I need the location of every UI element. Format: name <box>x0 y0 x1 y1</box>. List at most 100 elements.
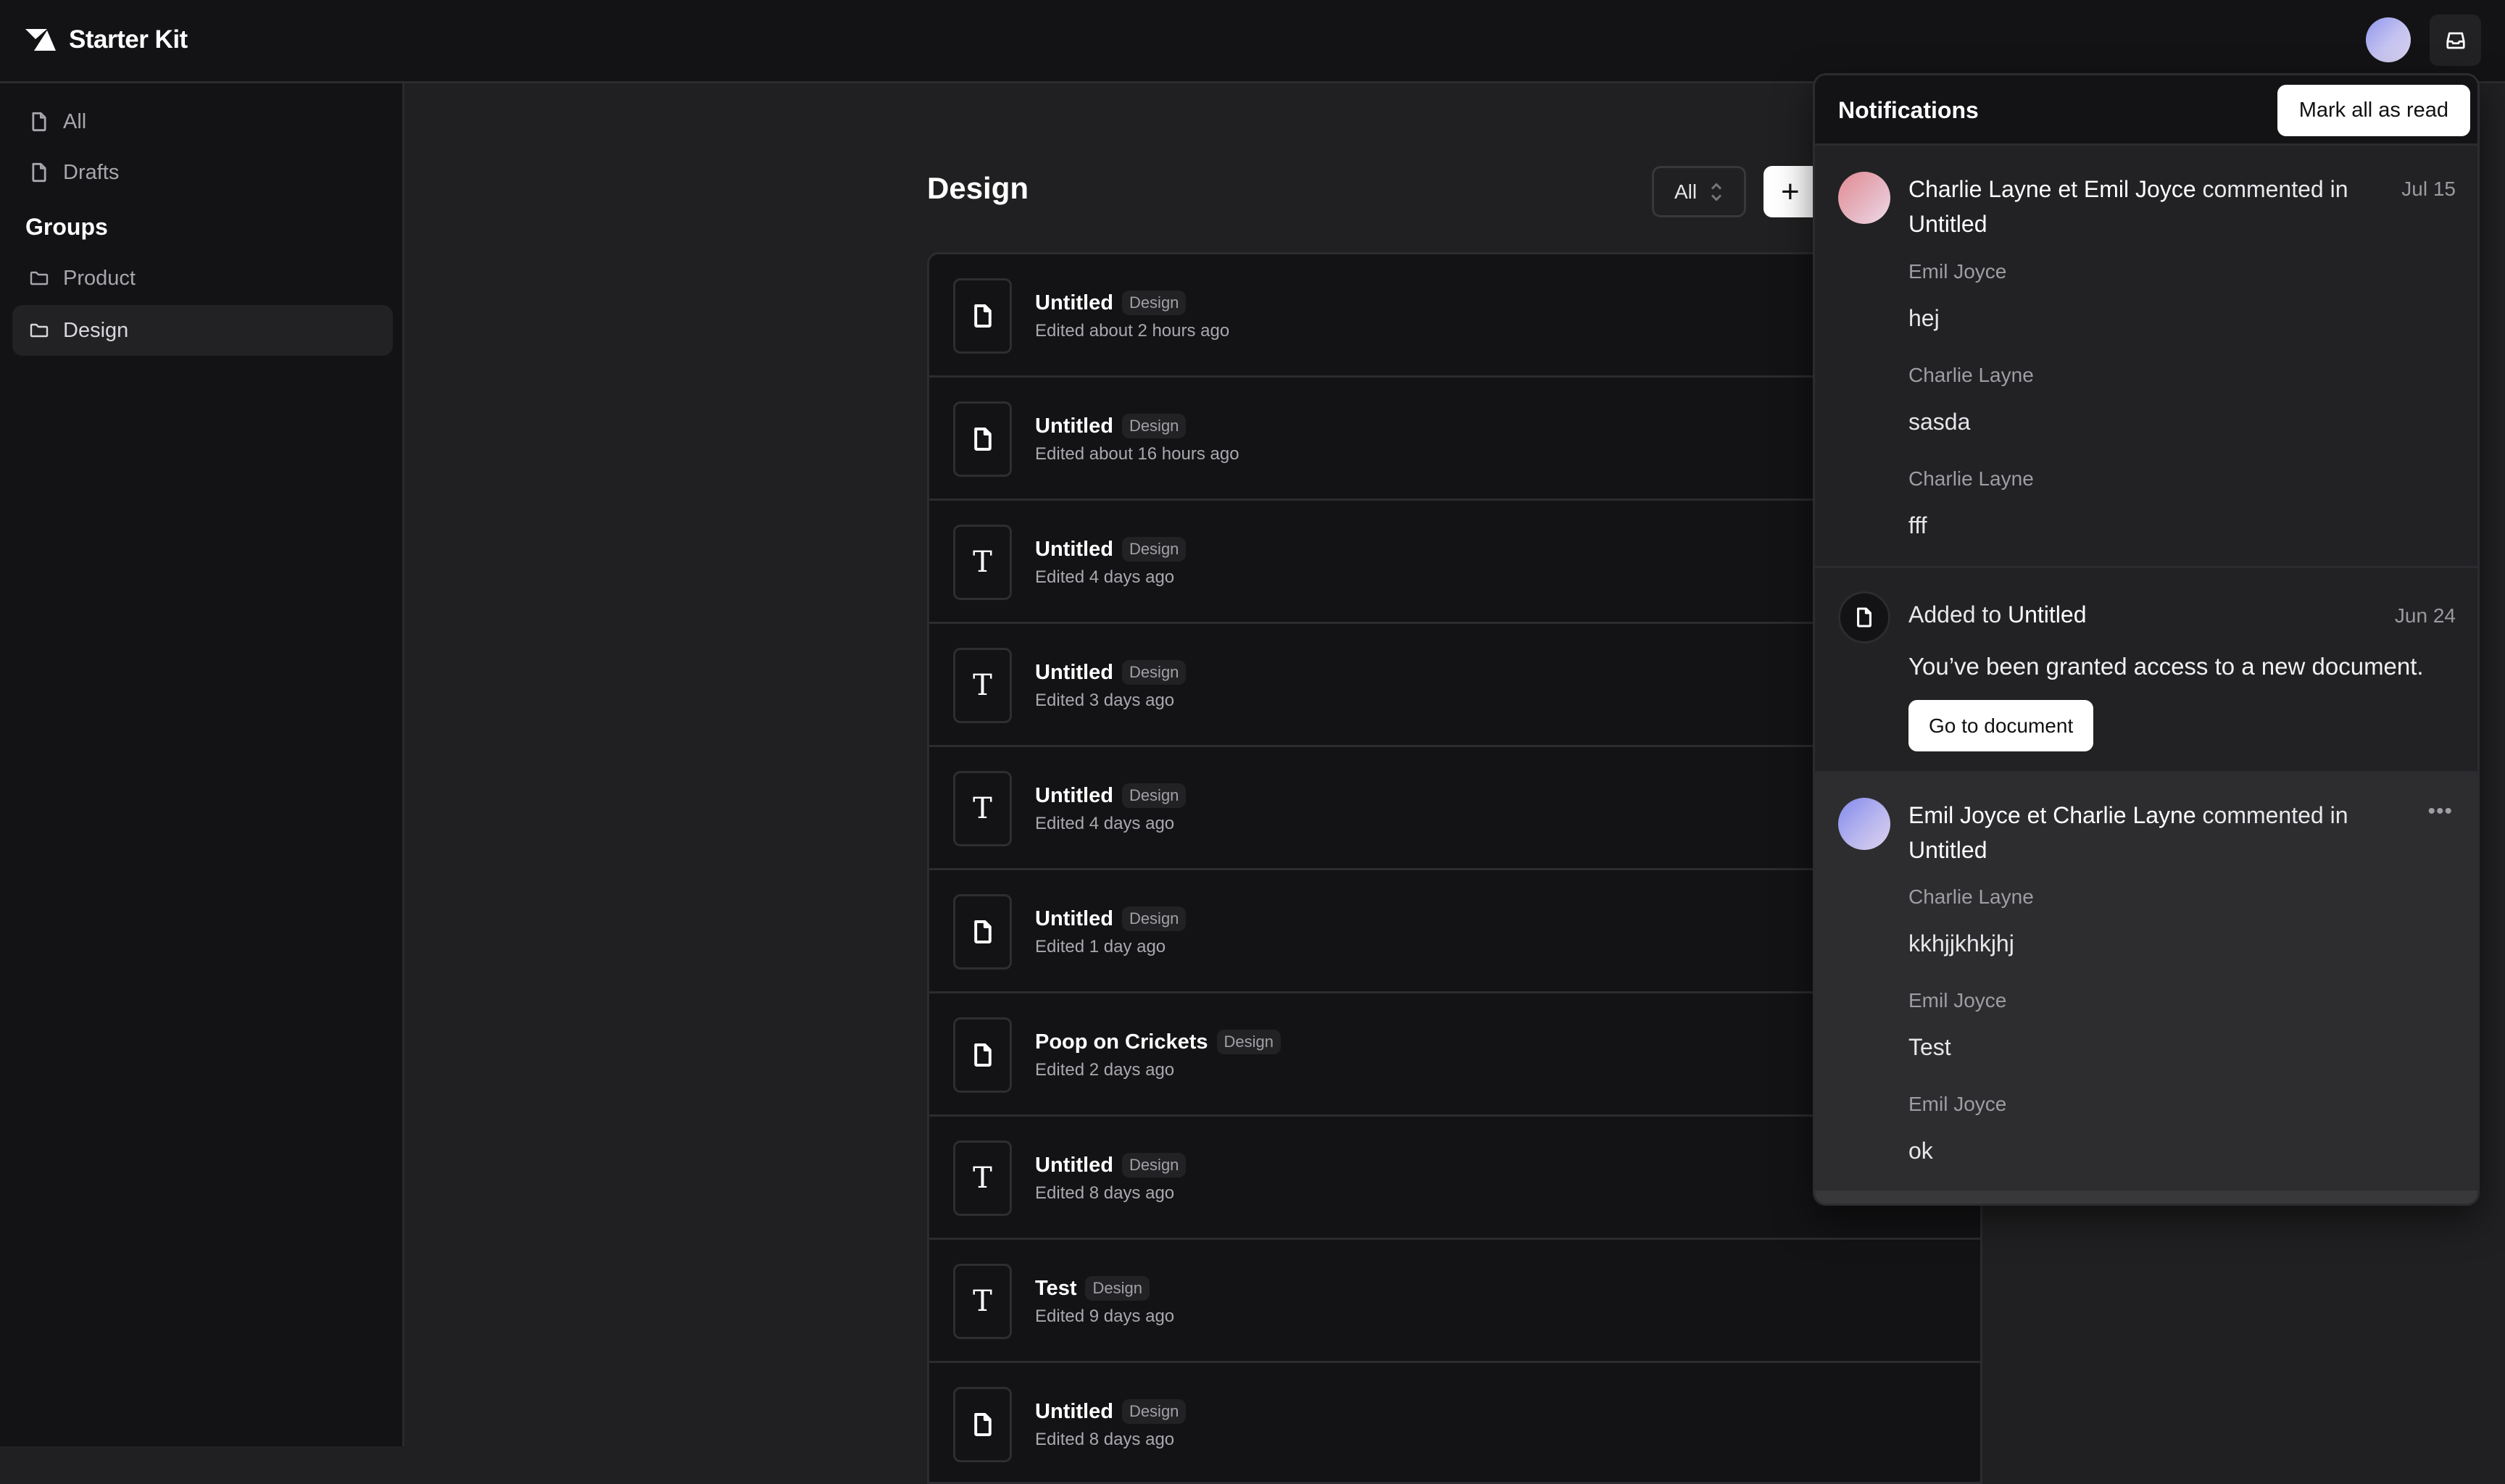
document-edited-time: Edited 3 days ago <box>1035 691 1175 710</box>
file-icon <box>973 428 992 451</box>
document-title: Untitled <box>1035 414 1113 438</box>
mark-all-read-button[interactable]: Mark all as read <box>2277 85 2470 136</box>
text-icon: T <box>973 1285 992 1318</box>
document-edited-time: Edited 9 days ago <box>1035 1306 1175 1326</box>
avatar <box>1838 172 1890 224</box>
sidebar-item-label: Design <box>63 318 129 342</box>
document-thumbnail: T <box>953 1141 1012 1216</box>
comment-author: Emil Joyce <box>1908 989 2007 1012</box>
notifications-title: Notifications <box>1838 97 1979 123</box>
document-edited-time: Edited 8 days ago <box>1035 1183 1175 1203</box>
notification-target[interactable]: Untitled <box>1908 211 1987 237</box>
group-badge: Design <box>1121 1399 1187 1424</box>
document-edited-time: Edited 1 day ago <box>1035 937 1166 956</box>
notification-verb: commented in <box>2202 176 2348 202</box>
comment-author: Emil Joyce <box>1908 1093 2007 1115</box>
document-edited-time: Edited 4 days ago <box>1035 567 1175 587</box>
notification-headline: Added to Untitled <box>1908 597 2383 632</box>
folder-icon <box>30 323 49 338</box>
document-title-line: Untitled Design <box>1035 291 1187 315</box>
text-icon: T <box>973 792 992 825</box>
comment-body: sasda <box>1908 409 1971 435</box>
document-title: Untitled <box>1035 1399 1113 1423</box>
inbox-button[interactable] <box>2430 14 2481 66</box>
notification-target[interactable]: Untitled <box>1908 837 1987 863</box>
document-row[interactable]: T Test Design Edited 9 days ago <box>929 1240 1980 1363</box>
notification-verb: commented in <box>2202 802 2348 828</box>
group-badge: Design <box>1216 1030 1281 1054</box>
file-icon <box>32 162 46 183</box>
app-logo[interactable]: Starter Kit <box>25 25 188 54</box>
document-title-line: Untitled Design <box>1035 414 1187 438</box>
logo-icon <box>25 29 56 51</box>
group-badge: Design <box>1121 1153 1187 1177</box>
document-title: Untitled <box>1035 783 1113 807</box>
comment-author: Charlie Layne <box>1908 467 2034 490</box>
document-thumbnail: T <box>953 525 1012 600</box>
chevron-up-down-icon <box>1711 182 1722 201</box>
document-title-line: Poop on Crickets Design <box>1035 1030 1281 1054</box>
notification-item[interactable]: Emil Joyce et Charlie Layne commented in… <box>1815 773 2477 1204</box>
group-badge: Design <box>1121 537 1187 562</box>
document-title: Untitled <box>1035 906 1113 930</box>
document-edited-time: Edited about 2 hours ago <box>1035 321 1230 341</box>
document-edited-time: Edited about 16 hours ago <box>1035 444 1239 464</box>
document-title: Untitled <box>1035 1153 1113 1177</box>
document-thumbnail <box>953 1017 1012 1093</box>
app-title: Starter Kit <box>69 25 188 54</box>
filter-value: All <box>1674 180 1698 203</box>
document-edited-time: Edited 8 days ago <box>1035 1430 1175 1449</box>
document-title: Untitled <box>1035 537 1113 561</box>
group-badge: Design <box>1121 291 1187 315</box>
sidebar-item-label: All <box>63 109 87 133</box>
top-bar: Starter Kit <box>0 0 2505 83</box>
notifications-header: Notifications Mark all as read <box>1815 75 2477 146</box>
groups-heading: Groups <box>25 214 108 240</box>
filter-select[interactable]: All <box>1652 166 1746 217</box>
notification-item[interactable]: Added to Untitled Jun 24 You’ve been gra… <box>1815 568 2477 773</box>
document-edited-time: Edited 4 days ago <box>1035 814 1175 833</box>
document-title-line: Untitled Design <box>1035 537 1187 562</box>
notification-actors: Charlie Layne et Emil Joyce <box>1908 176 2196 202</box>
sidebar-item-all[interactable]: All <box>12 96 393 147</box>
notification-item[interactable]: Charlie Layne et Emil Joyce commented in… <box>1815 146 2477 568</box>
group-badge: Design <box>1121 660 1187 685</box>
comment-body: Test <box>1908 1034 1951 1060</box>
comment-body: ok <box>1908 1138 1933 1164</box>
sidebar-item-label: Product <box>63 266 136 290</box>
document-badge <box>1838 591 1890 643</box>
group-badge: Design <box>1085 1276 1150 1301</box>
sidebar-item-drafts[interactable]: Drafts <box>12 147 393 198</box>
user-avatar[interactable] <box>2366 17 2411 62</box>
text-icon: T <box>973 546 992 579</box>
document-thumbnail: T <box>953 648 1012 723</box>
horizontal-scrollbar[interactable] <box>1815 1191 2477 1204</box>
inbox-icon <box>2446 32 2465 49</box>
document-title-line: Untitled Design <box>1035 660 1187 685</box>
document-title: Untitled <box>1035 291 1113 314</box>
notification-message: You’ve been granted access to a new docu… <box>1908 653 2424 680</box>
comment-author: Charlie Layne <box>1908 364 2034 386</box>
file-icon <box>973 920 992 943</box>
group-badge: Design <box>1121 906 1187 931</box>
folder-icon <box>30 271 49 285</box>
file-icon <box>1857 607 1872 628</box>
group-badge: Design <box>1121 414 1187 438</box>
notification-target[interactable]: Untitled <box>2008 601 2087 628</box>
document-row[interactable]: Untitled Design Edited 8 days ago <box>929 1363 1980 1482</box>
document-thumbnail <box>953 278 1012 354</box>
document-thumbnail: T <box>953 771 1012 846</box>
more-options-button[interactable]: ••• <box>2427 799 2453 824</box>
document-thumbnail <box>953 1387 1012 1462</box>
sidebar-item-design[interactable]: Design <box>12 305 393 356</box>
document-title-line: Test Design <box>1035 1276 1150 1301</box>
notification-actors: Emil Joyce et Charlie Layne <box>1908 802 2196 828</box>
comment-body: kkhjjkhkjhj <box>1908 930 2014 956</box>
sidebar-item-product[interactable]: Product <box>12 253 393 304</box>
notification-date: Jun 24 <box>2394 604 2456 627</box>
comment-author: Charlie Layne <box>1908 885 2034 908</box>
notification-date: Jul 15 <box>2401 178 2456 200</box>
document-edited-time: Edited 2 days ago <box>1035 1060 1175 1080</box>
go-to-document-button[interactable]: Go to document <box>1908 700 2094 751</box>
document-thumbnail <box>953 894 1012 970</box>
